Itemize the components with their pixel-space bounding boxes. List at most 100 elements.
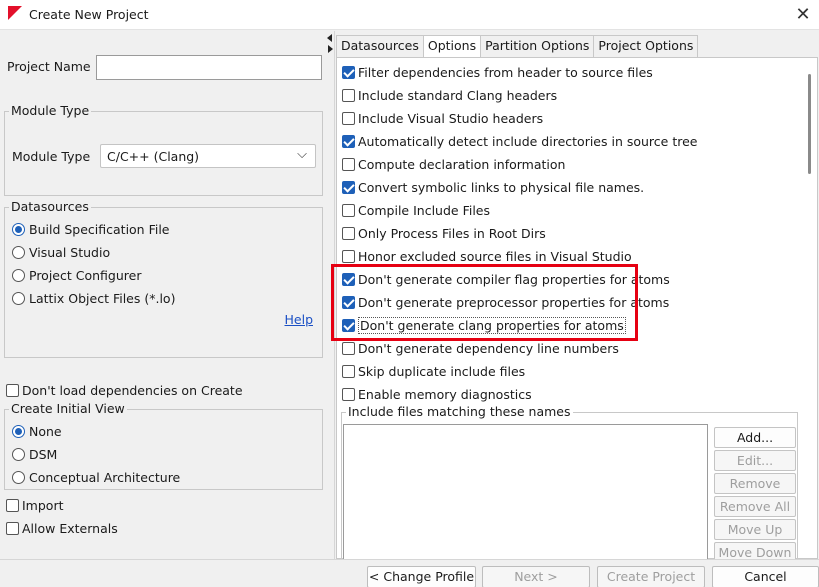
tab-project-options[interactable]: Project Options bbox=[593, 35, 699, 57]
radio-button-icon bbox=[12, 291, 25, 305]
radio-lattix-object-files[interactable]: Lattix Object Files (*.lo) bbox=[12, 289, 175, 307]
project-name-input[interactable] bbox=[96, 55, 322, 80]
close-button[interactable]: ✕ bbox=[787, 0, 819, 30]
option-no-dependency-line-numbers[interactable]: Don't generate dependency line numbers bbox=[342, 339, 619, 357]
option-label: Convert symbolic links to physical file … bbox=[358, 179, 645, 195]
option-skip-duplicate-include[interactable]: Skip duplicate include files bbox=[342, 362, 525, 380]
initial-view-group-title: Create Initial View bbox=[9, 401, 127, 416]
radio-view-dsm[interactable]: DSM bbox=[12, 445, 57, 463]
dont-load-deps-checkbox[interactable]: Don't load dependencies on Create bbox=[6, 381, 243, 399]
highlight-box bbox=[331, 264, 638, 341]
datasources-group: Datasources Build Specification File Vis… bbox=[4, 199, 323, 358]
options-panel: Filter dependencies from header to sourc… bbox=[331, 57, 818, 564]
radio-label: Visual Studio bbox=[29, 244, 111, 260]
tab-bar: Datasources Options Partition Options Pr… bbox=[336, 35, 699, 58]
help-link[interactable]: Help bbox=[285, 312, 314, 327]
option-label: Honor excluded source files in Visual St… bbox=[358, 248, 632, 264]
project-name-label: Project Name bbox=[7, 59, 91, 74]
add-button[interactable]: Add... bbox=[714, 427, 796, 448]
datasources-group-title: Datasources bbox=[9, 199, 91, 214]
allow-externals-checkbox[interactable]: Allow Externals bbox=[6, 519, 118, 537]
radio-button-icon bbox=[12, 470, 25, 484]
module-type-group-title: Module Type bbox=[9, 103, 92, 118]
checkbox-icon bbox=[342, 341, 355, 355]
footer-bar: < Change Profile Next > Create Project C… bbox=[0, 559, 819, 587]
change-profile-button[interactable]: < Change Profile bbox=[367, 566, 476, 587]
window-title: Create New Project bbox=[29, 7, 149, 22]
option-convert-symbolic-links[interactable]: Convert symbolic links to physical file … bbox=[342, 178, 644, 196]
checkbox-icon bbox=[342, 203, 355, 217]
radio-button-icon bbox=[12, 245, 25, 259]
include-files-group: Include files matching these names Add..… bbox=[341, 404, 798, 564]
option-label: Filter dependencies from header to sourc… bbox=[358, 64, 653, 80]
radio-view-none[interactable]: None bbox=[12, 422, 62, 440]
checkbox-icon bbox=[342, 249, 355, 263]
vertical-scrollbar[interactable] bbox=[802, 58, 816, 403]
tab-partition-options[interactable]: Partition Options bbox=[480, 35, 595, 57]
radio-label: None bbox=[29, 423, 62, 439]
option-only-root-dirs[interactable]: Only Process Files in Root Dirs bbox=[342, 224, 546, 242]
radio-button-icon bbox=[12, 447, 25, 461]
radio-project-configurer[interactable]: Project Configurer bbox=[12, 266, 141, 284]
option-label: Include Visual Studio headers bbox=[358, 110, 544, 126]
create-project-button[interactable]: Create Project bbox=[597, 566, 705, 587]
module-type-select[interactable]: C/C++ (Clang) ⌵ bbox=[100, 144, 316, 168]
remove-all-button[interactable]: Remove All bbox=[714, 496, 796, 517]
import-checkbox[interactable]: Import bbox=[6, 496, 64, 514]
option-label: Enable memory diagnostics bbox=[358, 386, 532, 402]
radio-label: Lattix Object Files (*.lo) bbox=[29, 290, 176, 306]
left-pane: Project Name Module Type Module Type C/C… bbox=[0, 31, 330, 559]
option-compute-declaration[interactable]: Compute declaration information bbox=[342, 155, 565, 173]
app-logo-icon bbox=[8, 6, 22, 20]
option-label: Automatically detect include directories… bbox=[358, 133, 698, 149]
tab-options[interactable]: Options bbox=[422, 35, 482, 58]
module-type-label: Module Type bbox=[12, 149, 91, 164]
option-label: Compile Include Files bbox=[358, 202, 491, 218]
module-type-group: Module Type Module Type C/C++ (Clang) ⌵ bbox=[4, 103, 323, 196]
initial-view-group: Create Initial View None DSM Conceptual … bbox=[4, 401, 323, 490]
checkbox-icon bbox=[342, 134, 355, 148]
radio-build-spec[interactable]: Build Specification File bbox=[12, 220, 170, 238]
option-honor-excluded[interactable]: Honor excluded source files in Visual St… bbox=[342, 247, 632, 265]
option-visual-studio-headers[interactable]: Include Visual Studio headers bbox=[342, 109, 543, 127]
option-standard-clang-headers[interactable]: Include standard Clang headers bbox=[342, 86, 557, 104]
include-files-list[interactable] bbox=[343, 424, 708, 564]
next-button[interactable]: Next > bbox=[482, 566, 590, 587]
checkbox-label: Don't load dependencies on Create bbox=[22, 382, 243, 398]
include-files-group-title: Include files matching these names bbox=[346, 404, 573, 419]
checkbox-icon bbox=[342, 65, 355, 79]
option-label: Skip duplicate include files bbox=[358, 363, 526, 379]
checkbox-label: Allow Externals bbox=[22, 520, 118, 536]
checkbox-icon bbox=[6, 521, 19, 535]
checkbox-icon bbox=[342, 226, 355, 240]
option-label: Include standard Clang headers bbox=[358, 87, 558, 103]
radio-label: Build Specification File bbox=[29, 221, 170, 237]
radio-visual-studio[interactable]: Visual Studio bbox=[12, 243, 110, 261]
collapse-left-arrow-icon[interactable] bbox=[327, 34, 332, 42]
expand-right-arrow-icon[interactable] bbox=[328, 45, 333, 53]
option-auto-detect-include[interactable]: Automatically detect include directories… bbox=[342, 132, 697, 150]
radio-view-conceptual[interactable]: Conceptual Architecture bbox=[12, 468, 180, 486]
cancel-button[interactable]: Cancel bbox=[712, 566, 819, 587]
checkbox-icon bbox=[6, 383, 19, 397]
checkbox-icon bbox=[342, 111, 355, 125]
tab-datasources[interactable]: Datasources bbox=[336, 35, 424, 57]
checkbox-icon bbox=[342, 387, 355, 401]
right-pane: Datasources Options Partition Options Pr… bbox=[331, 31, 819, 564]
move-up-button[interactable]: Move Up bbox=[714, 519, 796, 540]
edit-button[interactable]: Edit... bbox=[714, 450, 796, 471]
option-compile-include-files[interactable]: Compile Include Files bbox=[342, 201, 490, 219]
radio-label: DSM bbox=[29, 446, 58, 462]
option-filter-dependencies[interactable]: Filter dependencies from header to sourc… bbox=[342, 63, 653, 81]
option-memory-diagnostics[interactable]: Enable memory diagnostics bbox=[342, 385, 532, 403]
radio-button-icon bbox=[12, 424, 25, 438]
scrollbar-thumb[interactable] bbox=[808, 74, 811, 174]
radio-button-icon bbox=[12, 222, 25, 236]
radio-label: Conceptual Architecture bbox=[29, 469, 181, 485]
checkbox-icon bbox=[6, 498, 19, 512]
remove-button[interactable]: Remove bbox=[714, 473, 796, 494]
radio-button-icon bbox=[12, 268, 25, 282]
option-label: Compute declaration information bbox=[358, 156, 566, 172]
checkbox-icon bbox=[342, 157, 355, 171]
checkbox-icon bbox=[342, 180, 355, 194]
